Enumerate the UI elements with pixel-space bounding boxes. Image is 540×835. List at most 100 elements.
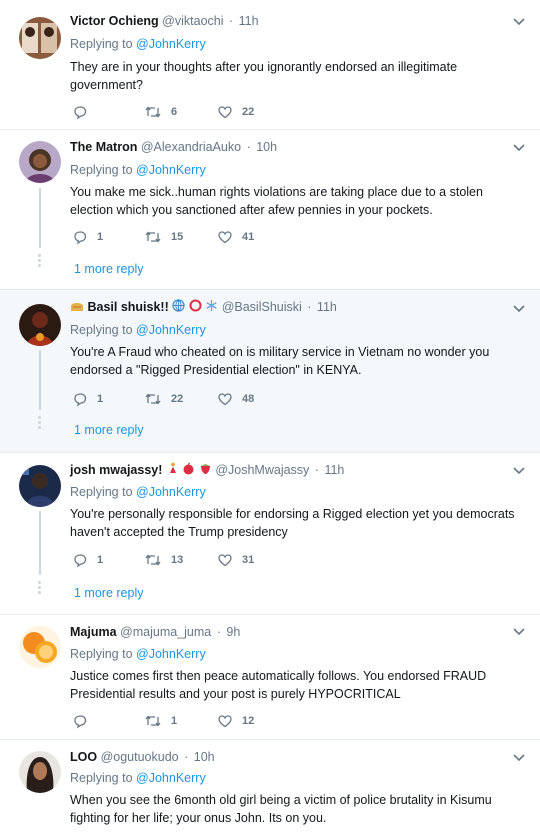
display-name[interactable]: Basil shuisk!! <box>87 300 168 314</box>
red-circle-emoji-icon <box>189 299 202 316</box>
timestamp[interactable]: 10h <box>194 750 215 764</box>
replying-to: Replying to @JohnKerry <box>70 163 206 177</box>
mention-link[interactable]: @JohnKerry <box>136 323 206 337</box>
chevron-down-icon[interactable] <box>512 466 526 476</box>
tweet-text: They are in your thoughts after you igno… <box>70 60 458 92</box>
display-name[interactable]: The Matron <box>70 140 137 154</box>
timestamp[interactable]: 11h <box>317 300 337 314</box>
thread-dots <box>38 254 42 269</box>
like-button[interactable]: 12 <box>217 712 254 730</box>
tweet-text: When you see the 6month old girl being a… <box>70 793 492 825</box>
like-button[interactable]: 48 <box>217 390 254 408</box>
snowflake-emoji-icon <box>205 299 218 316</box>
mention-link[interactable]: @JohnKerry <box>136 485 206 499</box>
retweet-icon <box>145 554 161 566</box>
retweet-button[interactable]: 22 <box>144 390 183 408</box>
reply-count: 1 <box>97 393 104 405</box>
tweet-victor[interactable]: Victor Ochieng @viktaochi · 11h Replying… <box>0 0 540 130</box>
like-count: 22 <box>242 106 255 118</box>
retweet-count: 15 <box>171 231 184 243</box>
reply-button[interactable]: 1 <box>72 390 103 408</box>
user-handle[interactable]: @ogutuokudo <box>101 750 179 764</box>
tweet-loo[interactable]: LOO @ogutuokudo · 10h Replying to @JohnK… <box>0 740 540 835</box>
bread-emoji-icon <box>70 300 84 316</box>
chevron-down-icon[interactable] <box>512 304 526 314</box>
tweet-matron[interactable]: The Matron @AlexandriaAuko · 10h Replyin… <box>0 130 540 290</box>
like-count: 12 <box>242 715 255 727</box>
reply-icon <box>74 231 87 245</box>
mention-link[interactable]: @JohnKerry <box>136 647 206 661</box>
tweet-basil[interactable]: Basil shuisk!! @BasilShuiski · 11h Reply… <box>0 290 540 453</box>
heart-icon <box>218 106 232 119</box>
more-replies-link[interactable]: 1 more reply <box>74 585 143 601</box>
chevron-down-icon[interactable] <box>512 627 526 637</box>
avatar[interactable] <box>19 751 61 793</box>
user-handle[interactable]: @viktaochi <box>162 14 223 28</box>
retweet-button[interactable]: 13 <box>144 551 183 569</box>
separator: · <box>228 14 234 28</box>
retweet-icon <box>145 231 161 243</box>
apple-emoji-icon <box>182 462 195 479</box>
mention-link[interactable]: @JohnKerry <box>136 771 206 785</box>
timestamp[interactable]: 9h <box>226 625 240 639</box>
more-replies-link[interactable]: 1 more reply <box>74 422 143 438</box>
retweet-count: 6 <box>171 106 178 118</box>
reply-button[interactable]: 1 <box>72 551 103 569</box>
mention-link[interactable]: @JohnKerry <box>136 163 206 177</box>
timestamp[interactable]: 11h <box>239 14 259 28</box>
globe-emoji-icon <box>172 299 185 316</box>
user-handle[interactable]: @BasilShuiski <box>222 300 302 314</box>
heart-icon <box>218 554 232 567</box>
retweet-icon <box>145 106 161 118</box>
avatar[interactable] <box>19 626 61 668</box>
user-handle[interactable]: @JoshMwajassy <box>215 463 309 477</box>
like-button[interactable]: 22 <box>217 103 254 121</box>
replying-to: Replying to @JohnKerry <box>70 37 206 51</box>
timestamp[interactable]: 11h <box>324 463 344 477</box>
user-handle[interactable]: @AlexandriaAuko <box>141 140 241 154</box>
retweet-icon <box>145 393 161 405</box>
reply-count: 1 <box>97 554 104 566</box>
replying-to: Replying to @JohnKerry <box>70 485 206 499</box>
heart-icon <box>218 393 232 406</box>
reply-button[interactable]: 1 <box>72 228 103 246</box>
tweet-text: You're personally responsible for endors… <box>70 507 515 539</box>
chevron-down-icon[interactable] <box>512 753 526 763</box>
separator: · <box>314 463 319 477</box>
avatar[interactable] <box>19 465 61 507</box>
tweet-text: You're A Fraud who cheated on is militar… <box>70 345 490 377</box>
chevron-down-icon[interactable] <box>512 143 526 153</box>
reply-icon <box>74 554 87 568</box>
timestamp[interactable]: 10h <box>256 140 277 154</box>
display-name[interactable]: LOO <box>70 750 97 764</box>
chevron-down-icon[interactable] <box>512 17 526 27</box>
reply-button[interactable] <box>72 103 97 121</box>
separator: · <box>246 140 251 154</box>
separator: · <box>216 625 221 639</box>
reply-count: 1 <box>97 231 104 243</box>
display-name[interactable]: Victor Ochieng <box>70 14 159 28</box>
reply-icon <box>74 715 87 729</box>
display-name[interactable]: Majuma <box>70 625 117 639</box>
avatar[interactable] <box>19 17 61 59</box>
replying-to: Replying to @JohnKerry <box>70 647 206 661</box>
tweet-majuma[interactable]: Majuma @majuma_juma · 9h Replying to @Jo… <box>0 615 540 740</box>
tweet-text: Justice comes first then peace automatic… <box>70 669 487 701</box>
tweet-josh[interactable]: josh mwajassy! @JoshMwajassy · 11h Reply… <box>0 453 540 615</box>
retweet-button[interactable]: 15 <box>144 228 183 246</box>
user-handle[interactable]: @majuma_juma <box>120 625 211 639</box>
display-name[interactable]: josh mwajassy! <box>70 463 162 477</box>
retweet-button[interactable]: 6 <box>144 103 177 121</box>
heart-icon <box>218 231 232 244</box>
avatar[interactable] <box>19 141 61 183</box>
avatar[interactable] <box>19 304 61 346</box>
reply-button[interactable] <box>72 712 97 730</box>
thread-connector <box>39 511 41 575</box>
mention-link[interactable]: @JohnKerry <box>136 37 206 51</box>
like-button[interactable]: 31 <box>217 551 254 569</box>
reply-icon <box>74 393 87 407</box>
more-replies-link[interactable]: 1 more reply <box>74 261 143 277</box>
like-button[interactable]: 41 <box>217 228 254 246</box>
thread-dots <box>38 416 42 431</box>
retweet-button[interactable]: 1 <box>144 712 177 730</box>
